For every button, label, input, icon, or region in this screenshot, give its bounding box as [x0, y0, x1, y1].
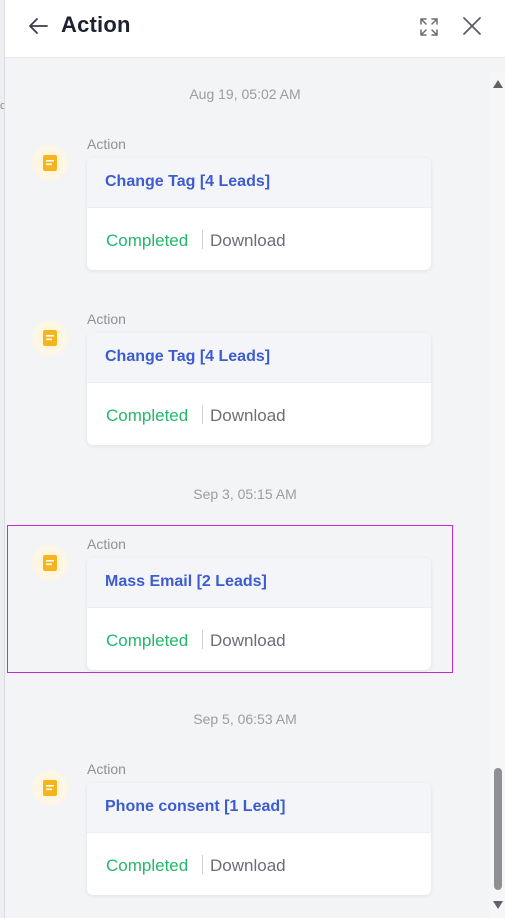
status-label: Completed	[106, 856, 189, 875]
entry-type-label: Action	[87, 311, 126, 327]
scrollbar[interactable]	[489, 72, 505, 918]
timeline-date: Sep 3, 05:15 AM	[193, 486, 297, 502]
panel-title: Action	[61, 12, 131, 37]
close-icon[interactable]	[460, 14, 484, 38]
entry-card: Change Tag [4 Leads] Completed Download	[87, 333, 431, 445]
document-icon	[31, 769, 69, 807]
timeline-list[interactable]: Aug 19, 05:02 AM Action Change Tag [4 Le…	[5, 59, 505, 918]
entry-title-link[interactable]: Change Tag [4 Leads]	[105, 173, 270, 191]
divider	[202, 855, 203, 874]
entry-card: Mass Email [2 Leads] Completed Download	[87, 558, 431, 670]
document-icon	[31, 144, 69, 182]
timeline-entry: Action Mass Email [2 Leads] Completed Do…	[5, 536, 485, 686]
download-link[interactable]: Download	[210, 231, 286, 251]
download-link[interactable]: Download	[210, 406, 286, 426]
document-icon	[31, 544, 69, 582]
entry-card: Phone consent [1 Lead] Completed Downloa…	[87, 783, 431, 895]
timeline-entry: Action Change Tag [4 Leads] Completed Do…	[5, 136, 485, 286]
scroll-down-arrow-icon[interactable]	[493, 901, 503, 909]
status-label: Completed	[106, 231, 189, 250]
entry-type-label: Action	[87, 761, 126, 777]
entry-type-label: Action	[87, 536, 126, 552]
timeline-entry: Action Change Tag [4 Leads] Completed Do…	[5, 311, 485, 461]
status-label: Completed	[106, 406, 189, 425]
download-link[interactable]: Download	[210, 631, 286, 651]
divider	[202, 630, 203, 649]
expand-icon[interactable]	[418, 16, 440, 38]
timeline-date: Sep 5, 06:53 AM	[193, 711, 297, 727]
scrollbar-thumb[interactable]	[494, 768, 502, 890]
divider	[202, 230, 203, 249]
document-icon	[31, 319, 69, 357]
back-arrow-icon[interactable]	[27, 14, 51, 38]
entry-title-link[interactable]: Mass Email [2 Leads]	[105, 573, 267, 591]
entry-card: Change Tag [4 Leads] Completed Download	[87, 158, 431, 270]
action-panel: Action Aug 19, 05:02 AM Action Change Ta…	[4, 0, 505, 918]
timeline-entry: Action Phone consent [1 Lead] Completed …	[5, 761, 485, 911]
status-label: Completed	[106, 631, 189, 650]
scroll-up-arrow-icon[interactable]	[493, 80, 503, 88]
download-link[interactable]: Download	[210, 856, 286, 876]
panel-header: Action	[5, 0, 505, 58]
divider	[202, 405, 203, 424]
timeline-date: Aug 19, 05:02 AM	[189, 86, 301, 102]
entry-title-link[interactable]: Change Tag [4 Leads]	[105, 348, 270, 366]
entry-type-label: Action	[87, 136, 126, 152]
entry-title-link[interactable]: Phone consent [1 Lead]	[105, 798, 285, 816]
